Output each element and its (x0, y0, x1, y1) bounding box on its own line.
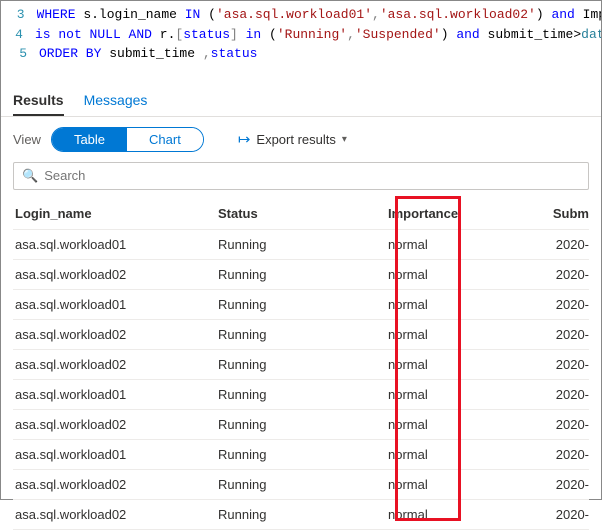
line-number: 4 (1, 25, 35, 45)
header-status[interactable]: Status (218, 206, 388, 221)
cell-status: Running (218, 297, 388, 312)
line-number: 5 (1, 44, 39, 64)
view-label: View (13, 132, 41, 147)
results-toolbar: View Table Chart ↦ Export results ▾ (1, 117, 601, 162)
cell-status: Running (218, 357, 388, 372)
cell-status: Running (218, 417, 388, 432)
cell-status: Running (218, 477, 388, 492)
table-row[interactable]: asa.sql.workload01Runningnormal2020- (13, 380, 589, 410)
cell-login: asa.sql.workload02 (13, 417, 218, 432)
cell-login: asa.sql.workload01 (13, 297, 218, 312)
cell-submit: 2020- (538, 477, 589, 492)
toggle-table[interactable]: Table (52, 128, 127, 151)
search-input[interactable] (44, 168, 580, 183)
grid-header-row: Login_name Status Importance Subm (13, 196, 589, 230)
table-row[interactable]: asa.sql.workload02Runningnormal2020- (13, 260, 589, 290)
cell-status: Running (218, 267, 388, 282)
cell-login: asa.sql.workload02 (13, 357, 218, 372)
code-content[interactable]: ORDER BY submit_time ,status (39, 44, 257, 64)
code-content[interactable]: is not NULL AND r.[status] in ('Running'… (35, 25, 601, 45)
chevron-down-icon: ▾ (342, 134, 347, 145)
cell-status: Running (218, 507, 388, 522)
export-results-button[interactable]: ↦ Export results ▾ (238, 130, 347, 148)
result-tabs: Results Messages (1, 84, 601, 117)
cell-status: Running (218, 327, 388, 342)
cell-submit: 2020- (538, 297, 589, 312)
cell-submit: 2020- (538, 357, 589, 372)
toggle-chart[interactable]: Chart (127, 128, 203, 151)
cell-submit: 2020- (538, 267, 589, 282)
table-row[interactable]: asa.sql.workload01Runningnormal2020- (13, 230, 589, 260)
export-label: Export results (256, 132, 335, 147)
cell-submit: 2020- (538, 417, 589, 432)
cell-login: asa.sql.workload01 (13, 237, 218, 252)
header-login[interactable]: Login_name (13, 206, 218, 221)
cell-status: Running (218, 387, 388, 402)
view-toggle: Table Chart (51, 127, 204, 152)
search-wrap: 🔍 (1, 162, 601, 196)
tab-results[interactable]: Results (13, 84, 64, 116)
cell-submit: 2020- (538, 237, 589, 252)
importance-highlight-box (395, 196, 461, 521)
table-row[interactable]: asa.sql.workload02Runningnormal2020- (13, 320, 589, 350)
cell-login: asa.sql.workload01 (13, 387, 218, 402)
results-grid: Login_name Status Importance Subm asa.sq… (1, 196, 601, 530)
cell-login: asa.sql.workload02 (13, 327, 218, 342)
header-submit[interactable]: Subm (538, 206, 589, 221)
cell-login: asa.sql.workload02 (13, 507, 218, 522)
tab-messages[interactable]: Messages (84, 84, 148, 116)
cell-submit: 2020- (538, 387, 589, 402)
cell-status: Running (218, 447, 388, 462)
search-box[interactable]: 🔍 (13, 162, 589, 190)
cell-login: asa.sql.workload02 (13, 267, 218, 282)
cell-login: asa.sql.workload02 (13, 477, 218, 492)
code-content[interactable]: WHERE s.login_name IN ('asa.sql.workload… (37, 5, 601, 25)
cell-submit: 2020- (538, 447, 589, 462)
sql-editor[interactable]: 3WHERE s.login_name IN ('asa.sql.workloa… (1, 1, 601, 84)
line-number: 3 (1, 5, 37, 25)
search-icon: 🔍 (22, 168, 38, 184)
table-row[interactable]: asa.sql.workload02Runningnormal2020- (13, 500, 589, 530)
table-row[interactable]: asa.sql.workload01Runningnormal2020- (13, 440, 589, 470)
table-row[interactable]: asa.sql.workload02Runningnormal2020- (13, 410, 589, 440)
table-row[interactable]: asa.sql.workload02Runningnormal2020- (13, 470, 589, 500)
table-row[interactable]: asa.sql.workload02Runningnormal2020- (13, 350, 589, 380)
cell-submit: 2020- (538, 327, 589, 342)
cell-login: asa.sql.workload01 (13, 447, 218, 462)
export-icon: ↦ (238, 130, 251, 148)
table-row[interactable]: asa.sql.workload01Runningnormal2020- (13, 290, 589, 320)
cell-status: Running (218, 237, 388, 252)
cell-submit: 2020- (538, 507, 589, 522)
